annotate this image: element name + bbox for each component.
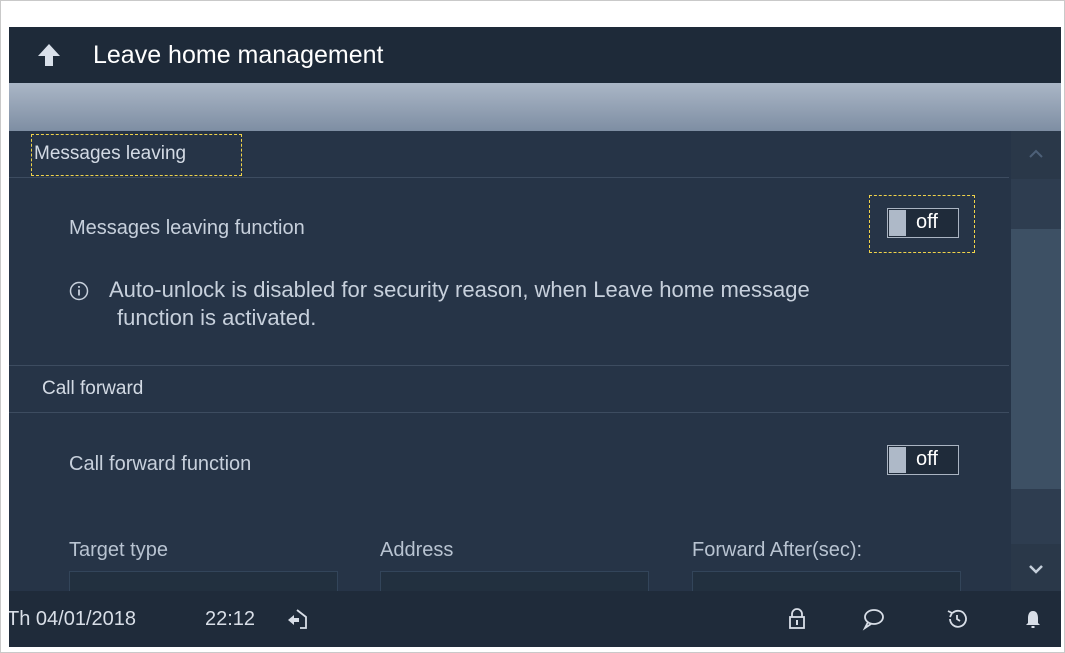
section-title-call-forward: Call forward — [42, 378, 144, 399]
device-frame: Leave home management Messages leaving M… — [0, 0, 1065, 653]
status-time: 22:12 — [205, 608, 256, 630]
status-date: Th 04/01/2018 — [9, 608, 136, 630]
toggle-state-text: off — [916, 448, 938, 470]
bell-icon[interactable] — [1021, 607, 1045, 631]
toggle-knob — [889, 210, 906, 236]
home-exit-icon[interactable] — [285, 607, 309, 631]
info-icon — [69, 281, 89, 301]
scroll-thumb[interactable] — [1011, 229, 1061, 489]
messages-leaving-toggle[interactable]: off — [887, 208, 959, 238]
section-header-call-forward[interactable]: Call forward — [9, 366, 1009, 413]
toggle-knob — [889, 447, 906, 473]
chevron-down-icon — [1029, 565, 1043, 574]
section-title-messages-leaving: Messages leaving — [34, 143, 187, 164]
scroll-up-button[interactable] — [1011, 131, 1061, 179]
history-icon[interactable] — [945, 607, 969, 631]
address-label: Address — [380, 539, 454, 561]
info-text-line-1: Auto-unlock is disabled for security rea… — [109, 277, 810, 302]
target-type-label: Target type — [69, 539, 168, 561]
message-icon[interactable] — [861, 607, 885, 631]
title-bar: Leave home management — [9, 27, 1061, 83]
forward-after-label: Forward After(sec): — [692, 539, 863, 561]
lock-icon[interactable] — [785, 607, 809, 631]
panel-screen: Leave home management Messages leaving M… — [9, 27, 1061, 647]
chevron-up-icon — [1029, 149, 1043, 158]
call-forward-function-label: Call forward function — [69, 453, 252, 475]
scroll-track[interactable] — [1011, 179, 1061, 544]
status-bar: Th 04/01/2018 22:12 — [9, 591, 1061, 647]
scroll-down-button[interactable] — [1011, 544, 1061, 591]
security-info-text: Auto-unlock is disabled for security rea… — [109, 276, 989, 332]
back-arrow-icon[interactable] — [37, 43, 61, 67]
sub-header-bar — [9, 83, 1061, 131]
settings-content: Messages leaving Messages leaving functi… — [9, 131, 1009, 603]
info-text-line-2: function is activated. — [117, 305, 317, 330]
messages-leaving-function-label: Messages leaving function — [69, 217, 305, 239]
scrollbar[interactable] — [1011, 131, 1061, 591]
toggle-state-text: off — [916, 211, 938, 233]
section-header-messages-leaving[interactable]: Messages leaving — [9, 131, 1009, 178]
call-forward-toggle[interactable]: off — [887, 445, 959, 475]
page-title: Leave home management — [93, 41, 384, 69]
